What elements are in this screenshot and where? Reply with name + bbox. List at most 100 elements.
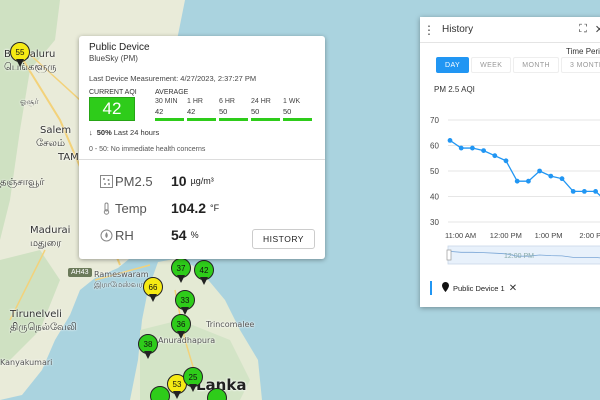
y-tick-label: 70 — [430, 116, 439, 125]
thermometer-icon — [99, 201, 113, 215]
data-point — [548, 173, 554, 179]
average-col: 1 HR 42 — [187, 98, 219, 121]
history-panel: ⋮ History ⛶ ✕ Time Perio DAY WEEK MONTH … — [420, 17, 600, 307]
y-tick-label: 40 — [430, 193, 439, 202]
average-bar — [155, 118, 184, 121]
data-point — [537, 168, 542, 174]
temp-label: Temp — [115, 200, 147, 216]
data-point — [514, 178, 520, 184]
average-period: 30 MIN — [155, 98, 178, 105]
average-bar — [219, 118, 248, 121]
marker-pin-tip — [16, 59, 24, 67]
average-aqi: AVERAGE 30 MIN 42 1 HR 42 6 HR 50 24 HR 50 1… — [155, 89, 315, 121]
divider — [79, 159, 325, 160]
trend: ↓ 50% Last 24 hours — [89, 128, 315, 137]
average-value: 50 — [251, 107, 260, 116]
data-point — [481, 148, 486, 154]
map-marker[interactable]: 38 — [138, 334, 158, 360]
average-value: 42 — [187, 107, 196, 116]
data-point — [458, 145, 464, 151]
data-point — [526, 178, 531, 184]
average-col: 24 HR 50 — [251, 98, 283, 121]
data-point — [593, 189, 598, 194]
average-value: 50 — [283, 107, 292, 116]
chart-legend: Public Device 1 ✕ — [430, 281, 517, 295]
marker-pin-tip — [200, 277, 208, 285]
device-title: Public Device — [89, 42, 150, 53]
map-label-salem: Salem — [40, 125, 72, 136]
map-marker[interactable]: 66 — [143, 277, 163, 303]
map-marker[interactable]: 42 — [194, 260, 214, 286]
map-label-rameswaram-ta: இராமேஸ்வரம் — [94, 280, 150, 289]
aqi-history-chart[interactable]: 70 60 50 40 30 11:00 AM 12:00 PM 1:00 PM 2:00 PM… — [420, 17, 600, 277]
device-popup: Public Device BlueSky (PM) Last Device M… — [79, 36, 325, 259]
average-col: 6 HR 50 — [219, 98, 251, 121]
average-value: 50 — [219, 107, 228, 116]
rh-value: 54 — [171, 227, 187, 243]
temp-unit: °F — [210, 203, 220, 213]
trend-text: Last 24 hours — [113, 128, 160, 137]
average-label: AVERAGE — [155, 89, 189, 96]
marker-pin-tip — [173, 391, 181, 399]
average-value: 42 — [155, 107, 164, 116]
road-shield-ah43: AH43 — [68, 268, 92, 277]
current-aqi-value: 42 — [89, 97, 135, 121]
average-period: 24 HR — [251, 98, 271, 105]
aqi-row: CURRENT AQI 42 AVERAGE 30 MIN 42 1 HR 42 6… — [89, 89, 315, 121]
map-marker[interactable]: 55 — [10, 42, 30, 68]
average-period: 1 WK — [283, 98, 301, 105]
data-point — [492, 153, 498, 159]
marker-pin — [207, 388, 227, 400]
current-aqi-label: CURRENT AQI — [89, 89, 137, 96]
current-aqi: CURRENT AQI 42 — [89, 89, 147, 121]
history-button[interactable]: HISTORY — [252, 229, 315, 249]
data-point — [447, 138, 453, 143]
health-concern: 0 - 50: No immediate health concerns — [89, 146, 206, 153]
map-marker[interactable]: 33 — [175, 290, 195, 316]
marker-pin-tip — [149, 294, 157, 302]
navigator-label: 12:00 PM — [504, 253, 534, 260]
rh-label: RH — [115, 227, 134, 243]
navigator-handle — [446, 249, 452, 261]
x-tick-label: 11:00 AM — [445, 231, 476, 240]
average-period: 1 HR — [187, 98, 203, 105]
average-col: 1 WK 50 — [283, 98, 315, 121]
x-tick-label: 2:00 PM — [579, 231, 600, 240]
map-label-madurai-ta: மதுரை — [30, 238, 62, 249]
map-marker[interactable]: 37 — [171, 258, 191, 284]
legend-device-name: Public Device 1 — [453, 283, 505, 293]
marker-pin-tip — [177, 275, 185, 283]
reading-pm25: PM2.5 10 µg/m³ — [89, 172, 315, 190]
map-marker[interactable] — [150, 386, 170, 400]
average-period: 6 HR — [219, 98, 235, 105]
temp-value: 104.2 — [171, 200, 207, 216]
legend-accent-bar — [430, 281, 432, 295]
y-tick-label: 30 — [430, 218, 439, 227]
map-label-kanyakumari: Kanyakumari — [0, 358, 53, 367]
rh-unit: % — [190, 230, 199, 240]
pm25-label: PM2.5 — [115, 173, 153, 189]
map-marker[interactable] — [207, 388, 227, 400]
map-label-tam: TAM — [58, 152, 79, 163]
arrow-down-icon: ↓ — [89, 128, 93, 137]
map-marker[interactable]: 25 — [183, 367, 203, 393]
map-marker[interactable]: 36 — [171, 314, 191, 340]
data-point — [470, 145, 475, 151]
x-tick-label: 12:00 PM — [490, 231, 522, 240]
data-point — [559, 176, 565, 182]
average-bar — [251, 118, 280, 121]
marker-pin-tip — [177, 331, 185, 339]
pm25-value: 10 — [171, 173, 187, 189]
data-point — [582, 189, 587, 194]
average-bar — [187, 118, 216, 121]
marker-pin-tip — [189, 384, 197, 392]
map-label-thanjavur-ta: தஞ்சாவூர் — [0, 177, 45, 188]
map-label-trincomalee: Trincomalee — [206, 320, 255, 329]
map-label-salem-ta: சேலம் — [36, 138, 65, 149]
y-tick-label: 60 — [430, 142, 439, 151]
map-label-rameswaram: Rameswaram — [94, 270, 149, 279]
map-pin-icon — [442, 282, 449, 294]
remove-device-icon[interactable]: ✕ — [509, 283, 517, 294]
pm25-icon — [99, 174, 113, 188]
map-label-tirunelveli-ta: திருநெல்வேலி — [10, 322, 77, 333]
